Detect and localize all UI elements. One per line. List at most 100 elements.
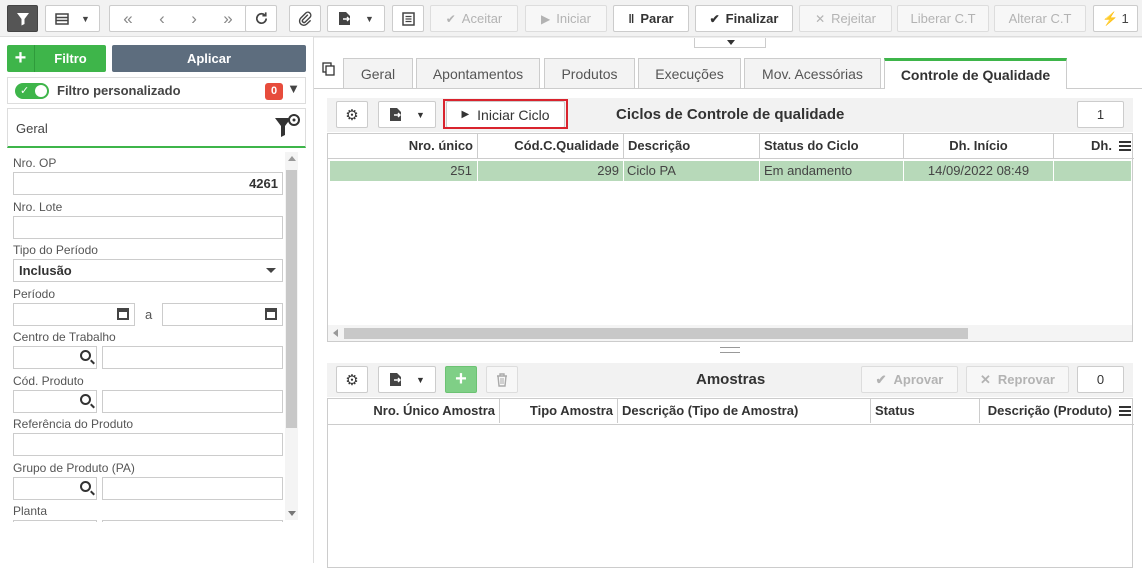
col-header-cod-qualidade[interactable]: Cód.C.Qualidade (478, 134, 624, 158)
amostras-title: Amostras (696, 371, 766, 388)
refresh-icon (255, 12, 267, 24)
tab-produtos[interactable]: Produtos (544, 58, 635, 88)
col-header-nro-unico-amostra[interactable]: Nro. Único Amostra (328, 399, 500, 423)
filter-icon (16, 12, 29, 25)
search-icon[interactable] (80, 350, 91, 361)
scrollbar-thumb[interactable] (344, 328, 968, 339)
aceitar-button[interactable]: ✔ Aceitar (430, 5, 518, 32)
amostras-count: 0 (1077, 366, 1124, 393)
close-icon: ✕ (815, 11, 826, 26)
periodo-end-input[interactable] (162, 303, 283, 326)
add-amostra-button[interactable]: + (445, 366, 477, 393)
nro-op-input[interactable]: 4261 (13, 172, 283, 195)
quick-actions-button[interactable]: ⚡ 1 (1093, 5, 1138, 32)
grupo-produto-code-input[interactable] (13, 477, 97, 500)
col-header-status[interactable]: Status (871, 399, 980, 423)
tipo-periodo-select[interactable]: Inclusão (13, 259, 283, 282)
cell-descricao: Ciclo PA (624, 161, 760, 181)
delete-amostra-button[interactable] (486, 366, 518, 393)
iniciar-button[interactable]: ▶ Iniciar (525, 5, 607, 32)
column-menu-icon[interactable] (1119, 406, 1131, 416)
amostras-export-dropdown[interactable]: ▼ (378, 366, 436, 393)
splitter-handle[interactable] (720, 347, 740, 348)
cod-produto-desc-input[interactable] (102, 390, 283, 413)
first-record-icon[interactable]: « (123, 9, 132, 29)
plus-icon: + (7, 45, 35, 72)
col-header-descricao[interactable]: Descrição (624, 134, 760, 158)
file-export-icon (339, 12, 351, 25)
search-icon[interactable] (80, 394, 91, 405)
splitter-handle[interactable] (720, 352, 740, 353)
periodo-start-input[interactable] (13, 303, 135, 326)
tab-execucoes[interactable]: Execuções (638, 58, 741, 88)
copy-icon[interactable] (322, 62, 335, 76)
tab-controle-qualidade[interactable]: Controle de Qualidade (884, 58, 1067, 89)
filter-toggle-button[interactable] (7, 5, 38, 32)
filter-section-header[interactable]: Geral (7, 108, 306, 148)
header-divider (328, 158, 1134, 159)
periodo-label: Período (13, 287, 56, 301)
previous-record-icon[interactable]: ‹ (159, 9, 165, 29)
main-toolbar: ▼ « ‹ › » ▼ ✔ Aceitar ▶ Iniciar ǁ Parar ✔ Fi… (0, 0, 1142, 37)
apply-filter-button[interactable]: Aplicar (112, 45, 306, 72)
collapse-header-toggle[interactable] (694, 38, 766, 48)
last-record-icon[interactable]: » (223, 9, 232, 29)
grid-view-dropdown[interactable]: ▼ (45, 5, 100, 32)
nro-lote-input[interactable] (13, 216, 283, 239)
tab-apontamentos[interactable]: Apontamentos (416, 58, 540, 88)
col-header-status-ciclo[interactable]: Status do Ciclo (760, 134, 904, 158)
ciclos-hscrollbar[interactable] (327, 325, 1133, 342)
col-header-nro-unico[interactable]: Nro. único (328, 134, 478, 158)
scroll-up-icon[interactable] (288, 156, 296, 161)
tab-mov-acessorias[interactable]: Mov. Acessórias (744, 58, 881, 88)
parar-button[interactable]: ǁ Parar (613, 5, 689, 32)
scrollbar-thumb[interactable] (286, 170, 297, 428)
finalizar-button[interactable]: ✔ Finalizar (695, 5, 793, 32)
finalizar-label: Finalizar (725, 11, 779, 26)
calendar-icon[interactable] (265, 308, 277, 320)
custom-filter-toggle[interactable]: ✓ (15, 82, 49, 99)
liberar-ct-button[interactable]: Liberar C.T (897, 5, 989, 32)
col-header-dh-inicio[interactable]: Dh. Início (904, 134, 1054, 158)
col-header-descricao-tipo-amostra[interactable]: Descrição (Tipo de Amostra) (618, 399, 871, 423)
col-header-tipo-amostra[interactable]: Tipo Amostra (500, 399, 618, 423)
scroll-left-icon[interactable] (333, 329, 338, 337)
close-icon: ✕ (980, 371, 991, 387)
next-record-icon[interactable]: › (191, 9, 197, 29)
alterar-ct-button[interactable]: Alterar C.T (994, 5, 1086, 32)
planta-desc-input[interactable] (102, 520, 283, 522)
filter-scrollbar[interactable] (285, 152, 298, 520)
chevron-down-icon[interactable]: ▼ (287, 81, 300, 96)
filter-settings-icon[interactable] (274, 113, 300, 141)
cod-produto-code-input[interactable] (13, 390, 97, 413)
planta-code-input[interactable] (13, 520, 97, 522)
ciclos-export-dropdown[interactable]: ▼ (378, 101, 436, 128)
grupo-produto-desc-input[interactable] (102, 477, 283, 500)
report-button[interactable] (392, 5, 424, 32)
col-header-descricao-produto[interactable]: Descrição (Produto) (980, 399, 1116, 423)
chevron-down-icon: ▼ (416, 109, 425, 120)
rejeitar-button[interactable]: ✕ Rejeitar (799, 5, 892, 32)
gear-icon: ⚙ (345, 106, 359, 124)
amostras-settings-button[interactable]: ⚙ (336, 366, 368, 393)
tipo-periodo-value: Inclusão (19, 263, 72, 278)
reprovar-button[interactable]: ✕ Reprovar (966, 366, 1069, 393)
search-icon[interactable] (80, 481, 91, 492)
referencia-produto-input[interactable] (13, 433, 283, 456)
tab-geral[interactable]: Geral (343, 58, 413, 88)
attachment-button[interactable] (289, 5, 321, 32)
refresh-button[interactable] (245, 5, 277, 32)
add-filter-button[interactable]: + Filtro (7, 45, 106, 72)
ciclos-settings-button[interactable]: ⚙ (336, 101, 368, 128)
col-header-dh[interactable]: Dh. (1054, 134, 1116, 158)
referencia-produto-label: Referência do Produto (13, 417, 134, 431)
aceitar-label: Aceitar (461, 11, 503, 26)
aprovar-button[interactable]: ✔ Aprovar (861, 366, 958, 393)
centro-trabalho-desc-input[interactable] (102, 346, 283, 369)
cell-dh-inicio: 14/09/2022 08:49 (904, 161, 1054, 181)
calendar-icon[interactable] (117, 308, 129, 320)
column-menu-icon[interactable] (1119, 141, 1131, 151)
centro-trabalho-code-input[interactable] (13, 346, 97, 369)
scroll-down-icon[interactable] (288, 511, 296, 516)
export-dropdown[interactable]: ▼ (327, 5, 385, 32)
